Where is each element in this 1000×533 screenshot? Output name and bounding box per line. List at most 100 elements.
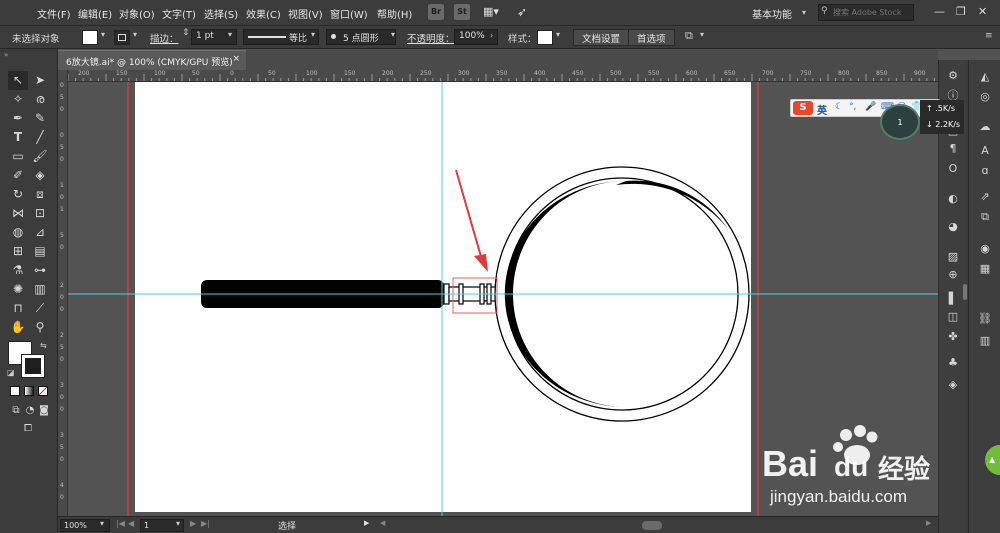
status-menu-icon[interactable]: ▶ <box>364 519 369 527</box>
color-icon[interactable]: ◉ <box>975 240 995 258</box>
gpu-performance-icon[interactable]: ➶ <box>514 4 530 20</box>
horizontal-ruler[interactable]: 200 150 100 50 0 50 100 150 200 250 300 … <box>68 70 938 82</box>
color-mode-icon[interactable] <box>10 386 20 396</box>
symbol-sprayer-tool-icon[interactable]: ✺ <box>8 280 28 299</box>
document-tab[interactable]: 6放大镜.ai* @ 100% (CMYK/GPU 预览) × <box>58 50 246 70</box>
stroke-swatch[interactable] <box>114 30 130 45</box>
magic-wand-tool-icon[interactable]: ✧ <box>8 90 28 109</box>
perspective-grid-tool-icon[interactable]: ⊿ <box>30 223 50 242</box>
menu-file[interactable]: 文件(F) <box>37 6 71 21</box>
eyedropper-tool-icon[interactable]: ⚗ <box>8 261 28 280</box>
free-transform-tool-icon[interactable]: ⊡ <box>30 204 50 223</box>
gradient-tool-icon[interactable]: ▤ <box>30 242 50 261</box>
glyphs-icon[interactable]: ɑ <box>975 162 995 180</box>
arrange-chevron-icon[interactable]: ▾ <box>700 30 704 39</box>
dock-scrollbar[interactable] <box>963 284 967 300</box>
gradient-mode-icon[interactable] <box>24 386 34 396</box>
panel-collapse-icon[interactable]: » <box>4 51 8 59</box>
menu-type[interactable]: 文字(T) <box>162 6 196 21</box>
color-guide-icon[interactable]: ◭ <box>975 68 995 86</box>
properties-icon[interactable]: ⚙ <box>943 67 963 85</box>
menu-edit[interactable]: 编辑(E) <box>78 6 112 21</box>
stock-icon[interactable]: St <box>454 4 470 20</box>
brush-definition[interactable]: 5 点圆形 <box>326 29 396 45</box>
transform-icon[interactable]: ⊕ <box>943 266 963 284</box>
brush-chevron-icon[interactable]: ▾ <box>391 30 395 39</box>
minimize-button[interactable]: — <box>934 5 945 18</box>
fill-swatch[interactable] <box>82 30 98 45</box>
paintbrush-tool-icon[interactable]: 🖌 <box>30 147 50 166</box>
zoom-tool-icon[interactable]: ⚲ <box>30 318 50 337</box>
panel-menu-icon[interactable]: ≡ <box>985 31 993 41</box>
vertical-ruler[interactable]: 0 5 0 0 5 0 1 0 1 5 0 2 0 0 2 5 0 3 0 0 … <box>58 70 68 516</box>
opacity-label[interactable]: 不透明度： <box>407 31 455 45</box>
opacity-arrow-icon[interactable]: › <box>490 31 493 40</box>
direct-selection-tool-icon[interactable]: ➤ <box>30 71 50 90</box>
previous-artboard-icon[interactable]: ◀ <box>128 519 134 528</box>
menu-view[interactable]: 视图(V) <box>288 6 323 21</box>
paragraph-icon[interactable]: ¶ <box>943 140 963 158</box>
horizontal-scrollbar-thumb[interactable] <box>642 521 662 530</box>
workspace-switcher[interactable]: 基本功能 <box>752 6 792 21</box>
punctuation-icon[interactable]: °, <box>849 102 856 112</box>
stroke-color-icon[interactable] <box>21 354 45 378</box>
last-artboard-icon[interactable]: ▶| <box>201 519 210 528</box>
shaper-tool-icon[interactable]: ✐ <box>8 166 28 185</box>
swatches-icon[interactable]: ▦ <box>975 260 995 278</box>
style-swatch[interactable] <box>537 30 553 45</box>
graphic-styles-icon[interactable]: ◕ <box>943 218 963 236</box>
draw-inside-icon[interactable]: ◙ <box>34 401 54 420</box>
cc-libraries-icon[interactable]: ☁ <box>975 118 995 136</box>
stroke-label[interactable]: 描边： <box>150 31 179 45</box>
navigator-icon[interactable]: ◎ <box>975 88 995 106</box>
align-icon[interactable]: ▌ <box>943 290 963 308</box>
links-icon[interactable]: ⛓ <box>975 310 995 328</box>
layers-icon[interactable]: ◈ <box>943 376 963 394</box>
style-chevron-icon[interactable]: ▾ <box>556 30 560 39</box>
line-tool-icon[interactable]: ╱ <box>30 128 50 147</box>
default-colors-icon[interactable]: ◪ <box>7 368 15 377</box>
preferences-button[interactable]: 首选项 <box>628 29 675 46</box>
menu-effect[interactable]: 效果(C) <box>246 6 281 21</box>
brushes-icon[interactable]: ✤ <box>943 328 963 346</box>
scroll-right-icon[interactable]: ▶ <box>926 519 931 527</box>
export-icon[interactable]: ⇗ <box>975 188 995 206</box>
shape-builder-tool-icon[interactable]: ◍ <box>8 223 28 242</box>
menu-window[interactable]: 窗口(W) <box>330 6 368 21</box>
menu-object[interactable]: 对象(O) <box>119 6 155 21</box>
tab-close-icon[interactable]: × <box>232 54 240 64</box>
opentype-icon[interactable]: O <box>943 160 963 178</box>
scale-tool-icon[interactable]: ⧈ <box>30 185 50 204</box>
rotate-tool-icon[interactable]: ↻ <box>8 185 28 204</box>
arrange-documents-icon[interactable]: ▦▾ <box>480 4 502 20</box>
fill-chevron-icon[interactable]: ▾ <box>101 30 105 39</box>
mesh-tool-icon[interactable]: ⊞ <box>8 242 28 261</box>
pathfinder-icon[interactable]: ◫ <box>943 308 963 326</box>
screen-mode-icon[interactable]: ⧠ <box>18 419 38 438</box>
hand-tool-icon[interactable]: ✋ <box>8 318 28 337</box>
current-tool-status[interactable]: 选择 <box>278 519 296 532</box>
profile-chevron-icon[interactable]: ▾ <box>311 30 315 39</box>
microphone-icon[interactable]: 🎤 <box>865 102 876 112</box>
moon-icon[interactable]: ☾ <box>835 102 843 112</box>
stroke-stepper-icon[interactable]: ⇕ <box>182 28 190 38</box>
gradient-icon[interactable]: ▥ <box>975 332 995 350</box>
close-button[interactable]: ✕ <box>978 5 987 18</box>
variable-width-profile[interactable]: 等比 <box>243 29 319 45</box>
slice-tool-icon[interactable]: ⟋ <box>30 299 50 318</box>
menu-select[interactable]: 选择(S) <box>204 6 238 21</box>
width-tool-icon[interactable]: ⋈ <box>8 204 28 223</box>
network-monitor[interactable]: 1 <box>880 104 920 140</box>
bridge-icon[interactable]: Br <box>428 4 444 20</box>
arrange-icon[interactable]: ⧉ <box>685 29 693 43</box>
stroke-chevron-icon[interactable]: ▾ <box>133 30 137 39</box>
curvature-tool-icon[interactable]: ✎ <box>30 109 50 128</box>
document-setup-button[interactable]: 文档设置 <box>573 29 630 46</box>
none-mode-icon[interactable] <box>38 386 48 396</box>
first-artboard-icon[interactable]: |◀ <box>116 519 125 528</box>
artboard-tool-icon[interactable]: ⊓ <box>8 299 28 318</box>
artboard-chevron-icon[interactable]: ▾ <box>176 519 180 528</box>
stock-search-input[interactable] <box>833 6 911 19</box>
image-trace-icon[interactable]: ▨ <box>943 248 963 266</box>
character-icon[interactable]: A <box>975 142 995 160</box>
